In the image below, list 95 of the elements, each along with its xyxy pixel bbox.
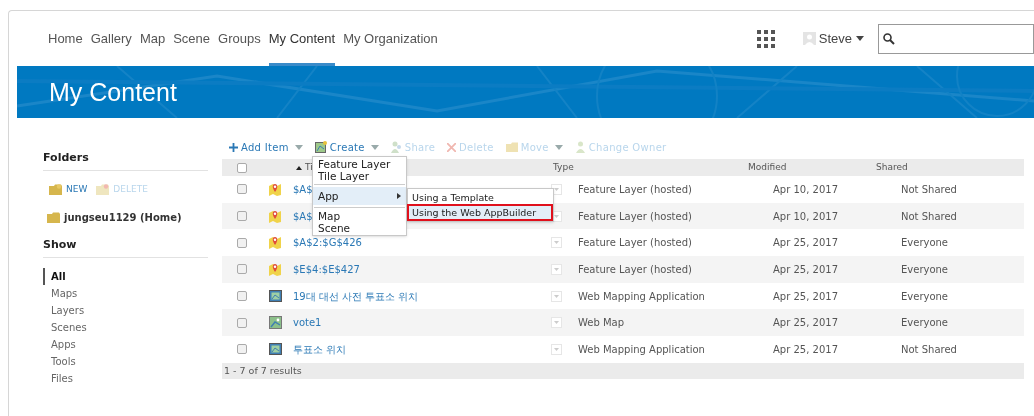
- item-title-link[interactable]: 투표소 위치: [293, 343, 347, 355]
- caret-icon: [856, 36, 864, 41]
- plus-icon: [229, 142, 238, 152]
- page-title: My Content: [49, 77, 177, 108]
- checkbox[interactable]: [236, 184, 247, 195]
- map-icon: [314, 141, 327, 153]
- table-cell: Everyone: [901, 317, 949, 329]
- folder-action-button[interactable]: NEW: [49, 182, 88, 196]
- nav-tab[interactable]: Map: [139, 11, 166, 66]
- filter-link[interactable]: Apps: [43, 335, 76, 353]
- web-app-icon: [268, 343, 282, 356]
- menu-item[interactable]: Scene: [313, 222, 406, 234]
- toolbar-button[interactable]: Create: [314, 139, 379, 155]
- checkbox[interactable]: [236, 237, 247, 248]
- layer-icon: [269, 209, 281, 223]
- item-title-link[interactable]: 19대 대선 사전 투표소 위치: [293, 290, 419, 302]
- nav-tab[interactable]: Groups: [218, 11, 261, 66]
- menu-item[interactable]: Using a Template: [409, 191, 551, 204]
- table-cell: Feature Layer (hosted): [578, 263, 692, 275]
- folder-item[interactable]: jungseu1129 (Home): [47, 210, 182, 225]
- sort-icon: [296, 165, 302, 170]
- item-title-link[interactable]: $A$: [293, 183, 313, 195]
- web-app-icon: [268, 290, 282, 303]
- table-cell: Web Map: [578, 317, 625, 329]
- item-title-link[interactable]: $A$: [293, 210, 313, 222]
- search-icon: [883, 32, 895, 45]
- section-heading: Folders: [43, 150, 208, 171]
- menu-item[interactable]: Map: [313, 210, 406, 222]
- table-cell: Web Mapping Application: [578, 290, 705, 302]
- apps-grid-icon[interactable]: [756, 29, 775, 48]
- checkbox[interactable]: [236, 291, 247, 302]
- table-cell: Apr 25, 2017: [773, 290, 838, 302]
- results-count: 1 - 7 of 7 results: [224, 363, 302, 378]
- menu-item[interactable]: Tile Layer: [313, 170, 406, 182]
- nav-tab[interactable]: Gallery: [90, 11, 132, 66]
- folder-icon: [49, 183, 62, 195]
- filter-link[interactable]: Scenes: [43, 318, 87, 336]
- filter-link[interactable]: Tools: [43, 352, 76, 370]
- user-menu[interactable]: Steve: [818, 28, 864, 49]
- filter-link[interactable]: Maps: [43, 284, 78, 302]
- nav-tab[interactable]: Scene: [173, 11, 211, 66]
- section-heading: Show: [43, 237, 208, 258]
- filter-link[interactable]: Layers: [43, 301, 85, 319]
- checkbox[interactable]: [236, 317, 247, 328]
- table-cell: Apr 25, 2017: [773, 317, 838, 329]
- caret-icon: [370, 144, 379, 150]
- web-map-icon: [268, 316, 282, 330]
- search-field[interactable]: [878, 23, 1034, 54]
- person-icon: [574, 141, 586, 153]
- menu-item[interactable]: App: [313, 187, 406, 205]
- table-cell: Apr 25, 2017: [773, 263, 838, 275]
- submenu-arrow-icon: [397, 193, 401, 199]
- checkbox[interactable]: [236, 264, 247, 275]
- table-cell: Feature Layer (hosted): [578, 210, 692, 222]
- filter-link[interactable]: Files: [43, 369, 73, 387]
- table-cell: Apr 10, 2017: [773, 183, 838, 195]
- table-cell: Everyone: [901, 263, 949, 275]
- caret-icon: [554, 144, 563, 150]
- table-cell: Feature Layer (hosted): [578, 183, 692, 195]
- layer-icon: [269, 182, 281, 196]
- caret-icon: [294, 144, 303, 150]
- column-header[interactable]: Modified: [748, 161, 787, 172]
- column-header[interactable]: Shared: [876, 161, 908, 172]
- table-cell: Web Mapping Application: [578, 343, 705, 355]
- table-cell: Apr 25, 2017: [773, 237, 838, 249]
- checkbox[interactable]: [236, 162, 247, 173]
- table-cell: Apr 25, 2017: [773, 343, 838, 355]
- layer-icon: [269, 236, 281, 250]
- avatar-icon: [802, 32, 816, 45]
- close-icon: [447, 142, 457, 152]
- checkbox[interactable]: [236, 344, 247, 355]
- table-cell: Not Shared: [901, 210, 957, 222]
- nav-tab[interactable]: My Organization: [343, 11, 438, 66]
- menu-item[interactable]: Using the Web AppBuilder: [409, 206, 551, 219]
- folder-icon: [505, 142, 518, 152]
- table-cell: Not Shared: [901, 183, 957, 195]
- layer-icon: [269, 262, 281, 276]
- item-title-link[interactable]: vote1: [293, 317, 322, 329]
- checkbox[interactable]: [236, 211, 247, 222]
- item-title-link[interactable]: $E$4:$E$427: [293, 263, 360, 275]
- table-cell: Everyone: [901, 237, 949, 249]
- table-cell: Not Shared: [901, 343, 957, 355]
- table-cell: Everyone: [901, 290, 949, 302]
- toolbar-button[interactable]: Add Item: [229, 139, 303, 155]
- column-header[interactable]: Type: [553, 161, 574, 172]
- people-icon: [390, 141, 402, 153]
- item-title-link[interactable]: $A$2:$G$426: [293, 237, 362, 249]
- folder-icon: [47, 212, 60, 223]
- table-cell: Apr 10, 2017: [773, 210, 838, 222]
- folder-icon: [96, 183, 110, 195]
- nav-tab[interactable]: Home: [48, 11, 83, 66]
- menu-item[interactable]: Feature Layer: [313, 158, 406, 170]
- table-cell: Feature Layer (hosted): [578, 237, 692, 249]
- filter-link[interactable]: All: [43, 267, 66, 285]
- column-header[interactable]: Ti: [305, 160, 313, 175]
